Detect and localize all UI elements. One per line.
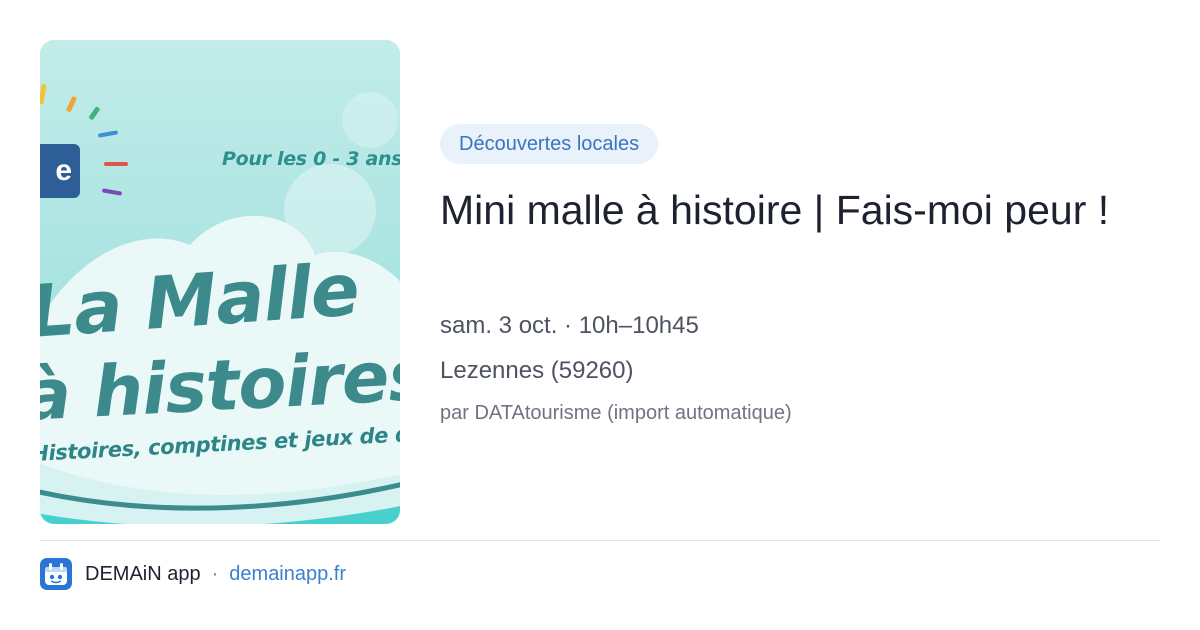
- event-source: par DATAtourisme (import automatique): [440, 402, 792, 424]
- thumbnail-age-text: Pour les 0 - 3 ans: [222, 148, 400, 170]
- footer: DEMAiN app · demainapp.fr: [40, 558, 346, 590]
- event-location: Lezennes (59260): [440, 357, 634, 384]
- category-chip[interactable]: Découvertes locales: [440, 124, 659, 164]
- event-title[interactable]: Mini malle à histoire | Fais-moi peur !: [440, 184, 1130, 237]
- app-logo-icon: [40, 558, 72, 590]
- app-name: DEMAiN app: [85, 562, 201, 585]
- footer-separator: ·: [211, 562, 219, 585]
- thumbnail-badge: e: [40, 144, 80, 198]
- app-domain-link[interactable]: demainapp.fr: [229, 563, 346, 586]
- footer-divider: [40, 540, 1160, 541]
- event-thumbnail[interactable]: e Pour les 0 - 3 ans La Malle à histoire…: [40, 40, 400, 524]
- event-datetime: sam. 3 oct. · 10h–10h45: [440, 312, 699, 339]
